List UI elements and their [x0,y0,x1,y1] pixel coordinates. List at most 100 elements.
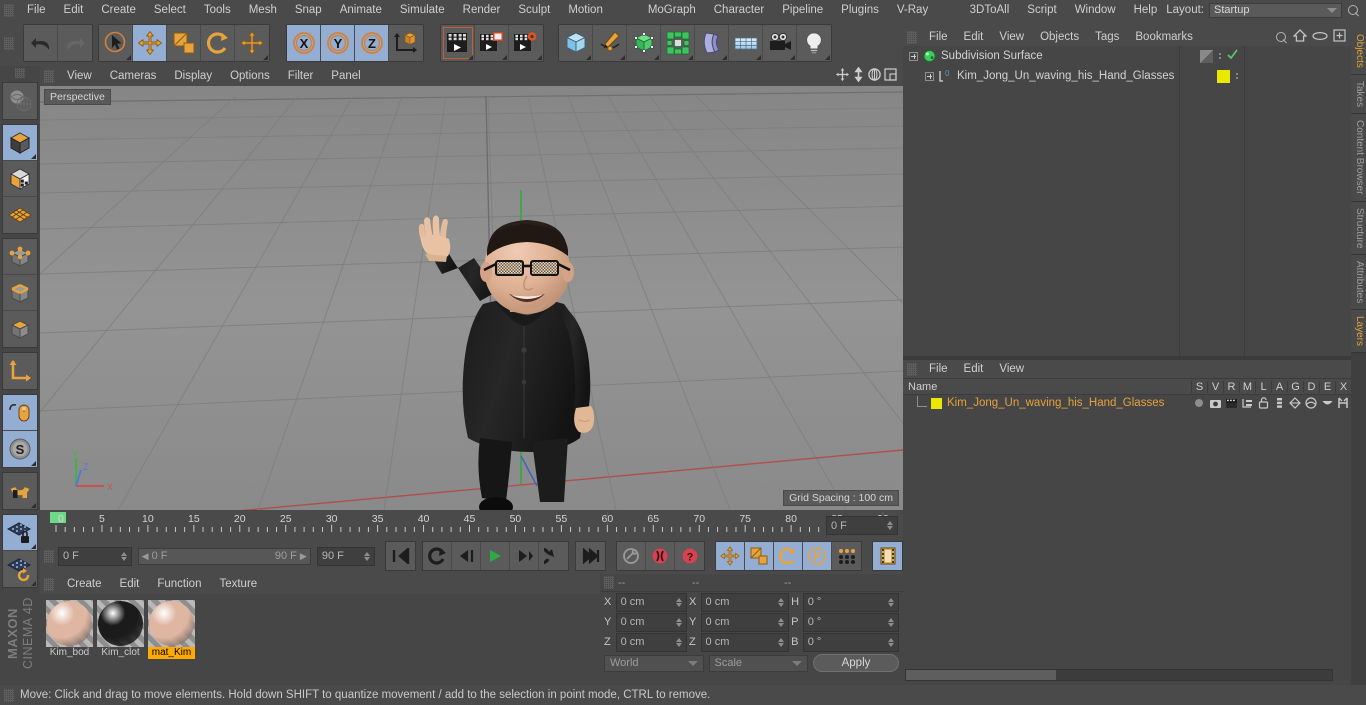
generator-icon[interactable] [1287,397,1303,409]
coordinate-value-field[interactable]: 0 ° [802,612,900,632]
coordinate-spinner[interactable] [888,637,895,647]
range-left-arrow-icon[interactable]: ◀ [142,551,149,562]
mograph-cloner-icon[interactable] [661,25,695,61]
menu-item-select[interactable]: Select [145,0,195,20]
next-key-icon[interactable] [539,542,568,570]
menu-item-edit[interactable]: Edit [956,28,992,46]
status-grip[interactable] [4,688,14,702]
max-frame-spinner[interactable] [364,551,370,561]
viewport-solo-icon[interactable] [3,395,37,431]
scrollbar-thumb[interactable] [906,670,1056,680]
layer-column-x[interactable]: X [1335,380,1351,393]
menu-item-script[interactable]: Script [1018,0,1065,20]
current-frame-spinner[interactable] [120,551,127,561]
apply-button[interactable]: Apply [813,654,899,672]
coordinate-value-field[interactable]: 0 cm [615,592,687,612]
z-axis-icon[interactable]: Z [355,25,389,61]
layer-horizontal-scrollbar[interactable] [905,669,1333,681]
camera-icon[interactable] [763,25,797,61]
coordinate-value-field[interactable]: 0 cm [700,592,790,612]
live-selection-button[interactable] [99,25,133,61]
object-row[interactable]: 0 Kim_Jong_Un_waving_his_Hand_Glasses [903,66,1351,86]
menu-item-view[interactable]: View [58,66,101,86]
record-scale-icon[interactable] [745,542,774,570]
layer-column-v[interactable]: V [1207,380,1223,393]
render-icon[interactable] [1223,398,1239,409]
layer-column-e[interactable]: E [1319,380,1335,393]
y-axis-icon[interactable]: Y [321,25,355,61]
menu-item-create[interactable]: Create [92,0,145,20]
layer-column-d[interactable]: D [1303,380,1319,393]
undo-button[interactable] [24,25,58,61]
material-item[interactable]: mat_Kim [148,600,195,659]
right-tab-layers[interactable]: Layers [1351,310,1366,354]
viewport-canvas[interactable]: Perspective Grid Spacing : 100 cm Y Z X [40,86,903,510]
coordinate-spinner[interactable] [675,637,682,647]
record-icon[interactable] [646,542,675,570]
maximize-icon[interactable] [884,68,897,84]
record-rotation-icon[interactable] [774,542,803,570]
enabled-check-icon[interactable] [1227,49,1238,63]
deformer-icon[interactable] [1303,397,1319,409]
right-tab-content-browser[interactable]: Content Browser [1351,114,1366,202]
layout-dropdown[interactable]: Startup [1209,2,1342,18]
viewport-grip[interactable] [44,69,54,83]
world-coordinate-icon[interactable] [389,25,423,61]
preview-range-slider[interactable]: ◀ 0 F 90 F ▶ [137,547,311,565]
menu-grip[interactable] [4,3,14,17]
layer-column-l[interactable]: L [1255,380,1271,393]
max-frame-field[interactable]: 90 F [316,546,375,566]
layer-grip[interactable] [907,362,917,376]
menu-item-3dtoall[interactable]: 3DToAll [961,0,1019,20]
object-tree[interactable]: Subdivision Surface 0 Kim_Jong_Un_waving_h… [903,46,1351,356]
make-editable-icon[interactable] [3,83,37,119]
menu-item-simulate[interactable]: Simulate [391,0,454,20]
edges-mode-icon[interactable] [3,275,37,311]
menu-item-mograph[interactable]: MoGraph [639,0,705,20]
display-tag-icon[interactable] [1200,49,1213,63]
right-tab-structure[interactable]: Structure [1351,201,1366,256]
render-view-button[interactable] [441,25,475,61]
right-tab-attributes[interactable]: Attributes [1351,255,1366,311]
coordinate-value-field[interactable]: 0 ° [802,592,900,612]
workplane-lock-icon[interactable] [3,515,37,551]
menu-item-sculpt[interactable]: Sculpt [509,0,559,20]
menu-item-file[interactable]: File [921,360,956,378]
loop-icon[interactable] [423,542,452,570]
viewport-solo-hierarchy-icon[interactable]: S [3,431,37,467]
visibility-dots-icon[interactable] [1236,73,1238,79]
home-icon[interactable] [1292,29,1308,45]
ruler-frame-field[interactable]: 0 F [826,516,898,535]
material-name[interactable]: Kim_bod [46,647,93,659]
menu-item-texture[interactable]: Texture [210,574,266,594]
menu-item-snap[interactable]: Snap [286,0,331,20]
material-item[interactable]: Kim_clot [97,600,144,659]
right-tab-objects[interactable]: Objects [1351,28,1366,75]
coordinate-value-field[interactable]: 0 cm [700,632,790,652]
right-tab-takes[interactable]: Takes [1351,74,1366,115]
expand-toggle-icon[interactable] [925,71,934,81]
menu-item-panel[interactable]: Panel [322,66,369,86]
expand-toggle-icon[interactable] [909,51,918,61]
record-points-icon[interactable] [832,542,861,570]
coordinate-value-field[interactable]: 0 cm [615,632,687,652]
pan-icon[interactable] [835,67,850,85]
menu-item-window[interactable]: Window [1066,0,1125,20]
menu-item-options[interactable]: Options [221,66,279,86]
layer-column-name[interactable]: Name [903,381,1191,393]
transport-grip[interactable] [44,549,54,563]
material-preview[interactable] [46,600,93,647]
toolbar-grip[interactable] [4,36,14,50]
material-item[interactable]: Kim_bod [46,600,93,659]
current-frame-field[interactable]: 0 F [58,546,132,566]
menu-item-animate[interactable]: Animate [331,0,391,20]
menu-item-edit[interactable]: Edit [956,360,992,378]
coordinate-spinner[interactable] [778,637,785,647]
model-mode-icon[interactable] [3,125,37,161]
search-icon[interactable] [1275,31,1288,44]
scene-floor-icon[interactable] [729,25,763,61]
coordinate-system-dropdown[interactable]: World [604,654,704,672]
redo-button[interactable] [58,25,92,61]
manager-icon[interactable] [1239,398,1255,409]
go-to-start-icon[interactable] [386,542,415,570]
